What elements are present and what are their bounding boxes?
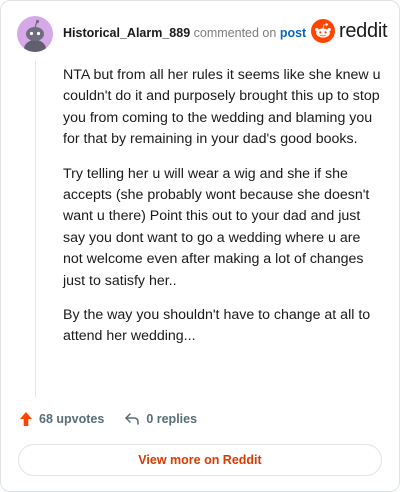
view-more-on-reddit-button[interactable]: View more on Reddit [18, 444, 382, 476]
comment-paragraph: By the way you shouldn't have to change … [63, 307, 371, 345]
commented-on-text: commented on [193, 26, 277, 40]
reply-count: 0 replies [146, 412, 198, 426]
view-more-label: View more on Reddit [138, 453, 262, 467]
thread-line [35, 61, 36, 397]
embedded-comment-card: Historical_Alarm_889 commented on post r… [0, 0, 400, 492]
comment-header: Historical_Alarm_889 commented on post [63, 26, 306, 40]
post-link[interactable]: post [280, 26, 306, 40]
upvote-button[interactable]: 68 upvotes [19, 411, 104, 427]
upvote-arrow-icon [20, 412, 32, 426]
comment-paragraph: Try telling her u will wear a wig and sh… [63, 165, 370, 289]
user-avatar[interactable] [17, 16, 53, 52]
author-username[interactable]: Historical_Alarm_889 [63, 26, 190, 40]
reply-arrow-icon [125, 413, 140, 425]
upvote-count: 68 upvotes [39, 412, 105, 426]
reddit-logo[interactable]: reddit [311, 19, 388, 43]
reddit-snoo-icon [311, 19, 335, 43]
reply-button[interactable]: 0 replies [124, 412, 197, 426]
snoo-avatar-icon [24, 19, 46, 52]
comment-actions: 68 upvotes 0 replies [19, 411, 197, 427]
reddit-wordmark: reddit [339, 19, 388, 42]
comment-paragraph: NTA but from all her rules it seems like… [63, 67, 381, 148]
comment-body: NTA but from all her rules it seems like… [63, 65, 381, 361]
